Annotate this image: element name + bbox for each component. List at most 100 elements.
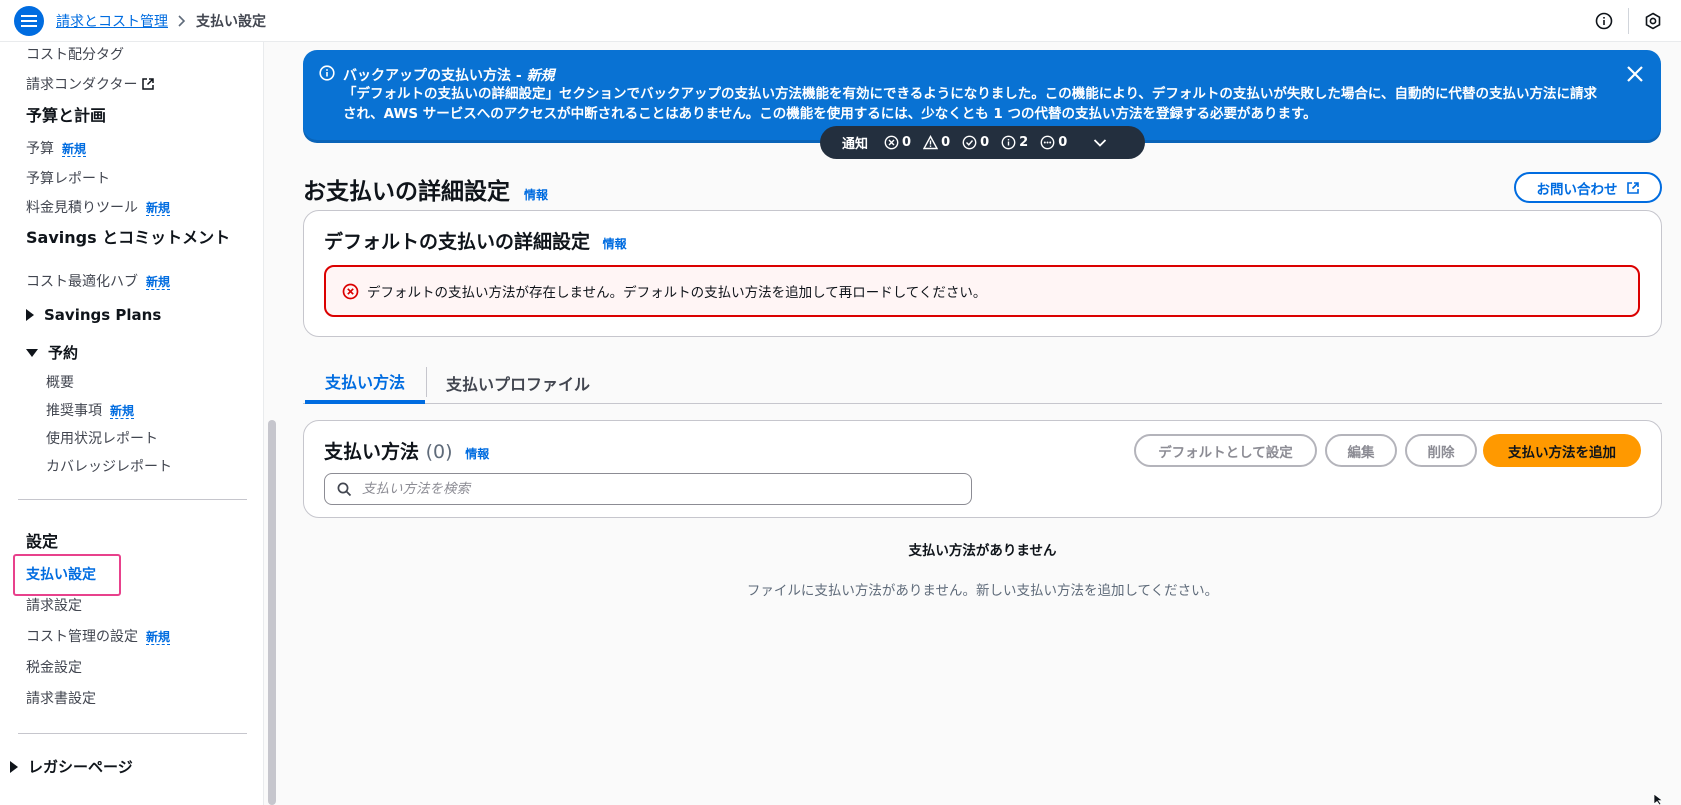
warning-count: 0 (923, 135, 950, 150)
sidebar-item-label: 料金見積りツール (26, 200, 138, 216)
new-badge[interactable]: 新規 (110, 404, 135, 419)
sidebar-item-label: 推奨事項 (46, 403, 102, 419)
error-icon (884, 135, 899, 150)
error-icon (342, 283, 359, 299)
caret-down-icon (26, 348, 38, 357)
sidebar-item-reservations-recommendations[interactable]: 推奨事項 新規 (46, 400, 135, 420)
sidebar-item-label: コスト最適化ハブ (26, 274, 138, 290)
default-payment-settings-container: デフォルトの支払いの詳細設定 情報 デフォルトの支払い方法が存在しません。デフォ… (303, 210, 1662, 337)
error-message: デフォルトの支払い方法が存在しません。デフォルトの支払い方法を追加して再ロードし… (367, 285, 987, 301)
error-count-value: 0 (902, 135, 912, 150)
contact-us-button[interactable]: お問い合わせ (1514, 172, 1662, 203)
error-count: 0 (884, 135, 911, 150)
info-count-value: 2 (1019, 135, 1029, 150)
sidebar-section-label: 予約 (48, 344, 79, 362)
empty-state-title: 支払い方法がありません (908, 543, 1057, 559)
tab-payment-profiles[interactable]: 支払いプロファイル (446, 362, 590, 404)
edit-button[interactable]: 編集 (1325, 434, 1397, 467)
sidebar-heading-planning: 予算と計画 (26, 106, 107, 125)
payment-methods-count: (0) (425, 441, 453, 463)
top-navigation: 請求とコスト管理 支払い設定 (0, 0, 1681, 42)
flash-title: バックアップの支払い方法 - 新規 (343, 65, 555, 85)
search-field[interactable] (324, 473, 972, 505)
tab-payment-methods[interactable]: 支払い方法 (305, 362, 425, 404)
flash-title-text: バックアップの支払い方法 - (343, 68, 527, 84)
menu-icon[interactable] (14, 5, 44, 36)
divider (1628, 8, 1629, 34)
sidebar-section-legacy-pages[interactable]: レガシーページ (10, 756, 133, 777)
notification-bar[interactable]: 通知 0 0 0 2 0 (820, 126, 1145, 159)
sidebar-scrollbar[interactable] (268, 420, 276, 805)
section-title-text: デフォルトの支払いの詳細設定 (324, 231, 591, 253)
sidebar-item-pricing-calculator[interactable]: 料金見積りツール 新規 (26, 197, 171, 217)
sidebar-item-billing-conductor[interactable]: 請求コンダクター (26, 74, 155, 94)
external-link-icon (142, 78, 155, 90)
new-badge[interactable]: 新規 (146, 630, 171, 645)
sidebar-item-coverage-report[interactable]: カバレッジレポート (46, 456, 172, 476)
sidebar-item-label: コスト管理の設定 (26, 629, 138, 645)
in-progress-count-value: 0 (1058, 135, 1068, 150)
warning-count-value: 0 (941, 135, 951, 150)
new-badge[interactable]: 新規 (146, 275, 171, 290)
info-icon (1001, 135, 1016, 150)
sidebar-item-label: 予算 (26, 141, 54, 157)
sidebar-section-label: Savings Plans (44, 306, 162, 324)
new-badge[interactable]: 新規 (146, 201, 171, 216)
page-title: お支払いの詳細設定 情報 (303, 172, 548, 206)
breadcrumb-billing-link[interactable]: 請求とコスト管理 (56, 11, 168, 31)
sidebar-item-budget-reports[interactable]: 予算レポート (26, 168, 110, 188)
new-badge[interactable]: 新規 (62, 142, 87, 157)
sidebar-item-tax-settings[interactable]: 税金設定 (26, 657, 82, 677)
sidebar-item-cost-management-settings[interactable]: コスト管理の設定 新規 (26, 626, 171, 646)
section-title-text: 支払い方法 (324, 441, 420, 463)
page-title-text: お支払いの詳細設定 (303, 179, 510, 205)
search-input[interactable] (362, 481, 952, 497)
side-navigation: コスト配分タグ 請求コンダクター 予算と計画 予算 新規 予算レポート 料金見積り… (0, 42, 264, 805)
in-progress-count: 0 (1040, 135, 1067, 150)
delete-button[interactable]: 削除 (1405, 434, 1477, 467)
sidebar-item-reservations-overview[interactable]: 概要 (46, 372, 74, 392)
success-count-value: 0 (980, 135, 990, 150)
external-link-icon (1626, 181, 1639, 194)
in-progress-icon (1040, 135, 1055, 150)
sidebar-item-invoice-settings[interactable]: 請求書設定 (26, 688, 96, 708)
sidebar-heading-settings: 設定 (26, 532, 59, 551)
section-title: デフォルトの支払いの詳細設定 情報 (324, 227, 627, 254)
sidebar-item-cost-optimization-hub[interactable]: コスト最適化ハブ 新規 (26, 271, 171, 291)
sidebar-section-reservations[interactable]: 予約 (26, 342, 78, 363)
sidebar-item-utilization-report[interactable]: 使用状況レポート (46, 428, 158, 448)
info-link[interactable]: 情報 (465, 447, 489, 461)
empty-state-text: ファイルに支払い方法がありません。新しい支払い方法を追加してください。 (746, 583, 1219, 599)
sidebar-item-billing-settings[interactable]: 請求設定 (26, 595, 82, 615)
chevron-down-icon[interactable] (1093, 138, 1107, 148)
sidebar-section-label: レガシーページ (28, 758, 133, 776)
flash-message: 「デフォルトの支払いの詳細設定」セクションでバックアップの支払い方法機能を有効に… (343, 86, 1598, 122)
set-default-button[interactable]: デフォルトとして設定 (1134, 434, 1317, 467)
info-icon (319, 65, 335, 81)
sidebar-item-budgets[interactable]: 予算 新規 (26, 138, 87, 158)
info-count: 2 (1001, 135, 1028, 150)
sidebar-item-label: 請求コンダクター (26, 77, 138, 93)
flash-title-new: 新規 (526, 68, 555, 84)
error-alert: デフォルトの支払い方法が存在しません。デフォルトの支払い方法を追加して再ロードし… (324, 265, 1640, 317)
search-icon (337, 482, 352, 496)
tabs: 支払い方法 支払いプロファイル (303, 362, 1662, 404)
warning-icon (923, 135, 939, 150)
info-link[interactable]: 情報 (524, 188, 548, 202)
add-payment-method-button[interactable]: 支払い方法を追加 (1483, 434, 1641, 467)
sidebar-item-payment-settings[interactable]: 支払い設定 (26, 564, 96, 584)
chevron-right-icon (178, 14, 186, 27)
info-link[interactable]: 情報 (603, 237, 627, 251)
section-title: 支払い方法 (0) 情報 (324, 437, 489, 464)
tab-divider (426, 367, 427, 397)
mouse-cursor-icon (1654, 794, 1664, 805)
payment-methods-container: 支払い方法 (0) 情報 デフォルトとして設定 編集 削除 支払い方法を追加 (303, 420, 1662, 518)
close-icon[interactable] (1623, 62, 1647, 86)
sidebar-section-savings-plans[interactable]: Savings Plans (26, 306, 161, 324)
success-count: 0 (962, 135, 989, 150)
info-icon[interactable] (1592, 9, 1616, 33)
sidebar-item-cost-allocation-tags[interactable]: コスト配分タグ (26, 44, 124, 64)
settings-hexagon-icon[interactable] (1641, 9, 1665, 33)
caret-right-icon (26, 309, 34, 321)
sidebar-heading-savings: Savings とコミットメント (26, 228, 231, 247)
